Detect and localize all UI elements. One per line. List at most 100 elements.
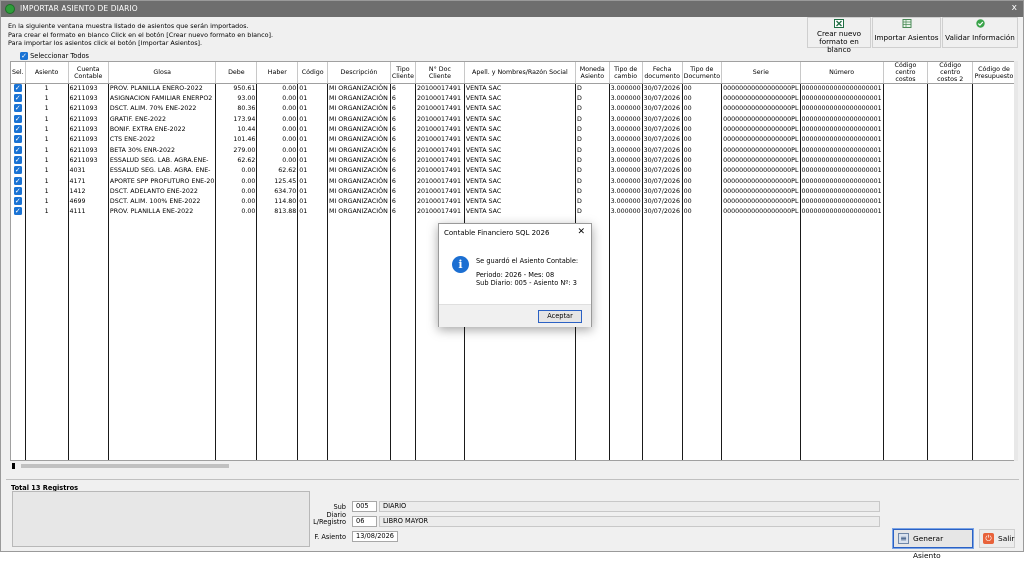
cell-numero[interactable]: 00000000000000000001 bbox=[800, 124, 884, 136]
cell-fecha[interactable]: 30/07/2026 bbox=[642, 176, 683, 187]
cell-empty[interactable] bbox=[883, 104, 929, 115]
cell-fecha[interactable]: 30/07/2026 bbox=[642, 135, 683, 146]
cell-debe[interactable]: 0.00 bbox=[215, 176, 258, 187]
cell-fecha[interactable]: 30/07/2026 bbox=[642, 207, 683, 218]
cell-empty[interactable] bbox=[972, 135, 1016, 146]
cell-moneda[interactable]: D bbox=[575, 135, 610, 146]
cell-desc[interactable]: MI ORGANIZACIÓN bbox=[327, 145, 391, 156]
cell-serie[interactable]: 00000000000000000PL bbox=[721, 196, 801, 208]
column-header[interactable]: Moneda Asiento bbox=[575, 62, 610, 84]
table-row[interactable]: ✓ 1 4171 APORTE SPP PROFUTURO ENE-20 0.00 125… bbox=[11, 176, 1016, 187]
cell-tipo[interactable]: 6 bbox=[390, 145, 416, 156]
lregistro-code-field[interactable]: 06 bbox=[352, 516, 377, 527]
row-select-cell[interactable]: ✓ bbox=[11, 155, 26, 167]
column-header[interactable]: Cuenta Contable bbox=[68, 62, 109, 84]
cell-cuenta[interactable]: 6211093 bbox=[68, 145, 109, 156]
row-checkbox[interactable]: ✓ bbox=[13, 176, 22, 185]
cell-codigo[interactable]: 01 bbox=[297, 104, 328, 115]
cell-glosa[interactable]: GRATIF. ENE-2022 bbox=[108, 114, 217, 125]
cell-desc[interactable]: MI ORGANIZACIÓN bbox=[327, 94, 391, 105]
cell-cuenta[interactable]: 6211093 bbox=[68, 114, 109, 125]
cell-empty[interactable] bbox=[883, 94, 929, 105]
cell-cuenta[interactable]: 6211093 bbox=[68, 94, 109, 105]
vertical-scrollbar[interactable] bbox=[1014, 61, 1018, 461]
cell-cuenta[interactable]: 1412 bbox=[68, 186, 109, 197]
select-all[interactable]: ✓ Seleccionar Todos bbox=[20, 52, 89, 60]
table-row[interactable]: ✓ 1 6211093 GRATIF. ENE-2022 173.94 0.00 01 MI … bbox=[11, 114, 1016, 125]
cell-tipo[interactable]: 6 bbox=[390, 83, 416, 94]
cell-glosa[interactable]: BETA 30% ENR-2022 bbox=[108, 145, 217, 156]
row-select-cell[interactable]: ✓ bbox=[11, 104, 26, 115]
cell-debe[interactable]: 0.00 bbox=[215, 186, 258, 197]
cell-cuenta[interactable]: 6211093 bbox=[68, 83, 109, 94]
column-header[interactable]: Serie bbox=[721, 62, 801, 84]
cell-tipo[interactable]: 6 bbox=[390, 114, 416, 125]
exit-button[interactable]: ⏻ Salir bbox=[979, 529, 1015, 548]
cell-doc[interactable]: 20100017491 bbox=[415, 114, 465, 125]
cell-empty[interactable] bbox=[927, 104, 974, 115]
cell-empty[interactable] bbox=[972, 196, 1016, 208]
cell-tipodoc[interactable]: 00 bbox=[682, 94, 723, 105]
cell-asiento[interactable]: 1 bbox=[25, 104, 69, 115]
cell-empty[interactable] bbox=[883, 176, 929, 187]
row-checkbox[interactable]: ✓ bbox=[13, 125, 22, 134]
cell-tipodoc[interactable]: 00 bbox=[682, 135, 723, 146]
cell-numero[interactable]: 00000000000000000001 bbox=[800, 186, 884, 197]
cell-moneda[interactable]: D bbox=[575, 196, 610, 208]
cell-empty[interactable] bbox=[972, 104, 1016, 115]
row-checkbox[interactable]: ✓ bbox=[13, 135, 22, 144]
cell-moneda[interactable]: D bbox=[575, 207, 610, 218]
column-header[interactable]: Haber bbox=[256, 62, 299, 84]
cell-moneda[interactable]: D bbox=[575, 83, 610, 94]
cell-doc[interactable]: 20100017491 bbox=[415, 104, 465, 115]
cell-tipodoc[interactable]: 00 bbox=[682, 196, 723, 208]
cell-glosa[interactable]: APORTE SPP PROFUTURO ENE-20 bbox=[108, 176, 217, 187]
cell-empty[interactable] bbox=[883, 114, 929, 125]
cell-asiento[interactable]: 1 bbox=[25, 186, 69, 197]
cell-doc[interactable]: 20100017491 bbox=[415, 176, 465, 187]
cell-empty[interactable] bbox=[927, 196, 974, 208]
cell-tipo[interactable]: 6 bbox=[390, 176, 416, 187]
cell-cuenta[interactable]: 6211093 bbox=[68, 155, 109, 167]
cell-tipo[interactable]: 6 bbox=[390, 186, 416, 197]
title-bar[interactable]: IMPORTAR ASIENTO DE DIARIO x bbox=[1, 1, 1023, 17]
row-select-cell[interactable]: ✓ bbox=[11, 124, 26, 136]
cell-numero[interactable]: 00000000000000000001 bbox=[800, 155, 884, 167]
cell-razon[interactable]: VENTA SAC bbox=[464, 176, 576, 187]
column-header[interactable]: Fecha documento bbox=[642, 62, 683, 84]
column-header[interactable]: Tipo de cambio bbox=[609, 62, 643, 84]
row-select-cell[interactable]: ✓ bbox=[11, 145, 26, 156]
cell-desc[interactable]: MI ORGANIZACIÓN bbox=[327, 155, 391, 167]
cell-codigo[interactable]: 01 bbox=[297, 196, 328, 208]
cell-numero[interactable]: 00000000000000000001 bbox=[800, 145, 884, 156]
cell-moneda[interactable]: D bbox=[575, 94, 610, 105]
cell-serie[interactable]: 00000000000000000PL bbox=[721, 186, 801, 197]
column-header[interactable]: Apell. y Nombres/Razón Social bbox=[464, 62, 576, 84]
column-header[interactable]: Glosa bbox=[108, 62, 217, 84]
cell-numero[interactable]: 00000000000000000001 bbox=[800, 176, 884, 187]
cell-tipo[interactable]: 6 bbox=[390, 207, 416, 218]
import-entries-button[interactable]: Importar Asientos bbox=[872, 17, 941, 48]
cell-codigo[interactable]: 01 bbox=[297, 124, 328, 136]
cell-razon[interactable]: VENTA SAC bbox=[464, 196, 576, 208]
cell-numero[interactable]: 00000000000000000001 bbox=[800, 104, 884, 115]
cell-codigo[interactable]: 01 bbox=[297, 135, 328, 146]
cell-empty[interactable] bbox=[927, 186, 974, 197]
cell-cuenta[interactable]: 4171 bbox=[68, 176, 109, 187]
cell-desc[interactable]: MI ORGANIZACIÓN bbox=[327, 114, 391, 125]
cell-desc[interactable]: MI ORGANIZACIÓN bbox=[327, 196, 391, 208]
cell-empty[interactable] bbox=[927, 155, 974, 167]
cell-asiento[interactable]: 1 bbox=[25, 196, 69, 208]
cell-asiento[interactable]: 1 bbox=[25, 145, 69, 156]
cell-serie[interactable]: 00000000000000000PL bbox=[721, 145, 801, 156]
cell-empty[interactable] bbox=[972, 176, 1016, 187]
row-checkbox[interactable]: ✓ bbox=[13, 114, 22, 123]
cell-codigo[interactable]: 01 bbox=[297, 94, 328, 105]
row-select-cell[interactable]: ✓ bbox=[11, 94, 26, 105]
select-all-checkbox[interactable]: ✓ bbox=[20, 52, 28, 60]
column-header[interactable]: Debe bbox=[215, 62, 258, 84]
cell-asiento[interactable]: 1 bbox=[25, 124, 69, 136]
cell-moneda[interactable]: D bbox=[575, 176, 610, 187]
cell-moneda[interactable]: D bbox=[575, 186, 610, 197]
cell-empty[interactable] bbox=[883, 196, 929, 208]
